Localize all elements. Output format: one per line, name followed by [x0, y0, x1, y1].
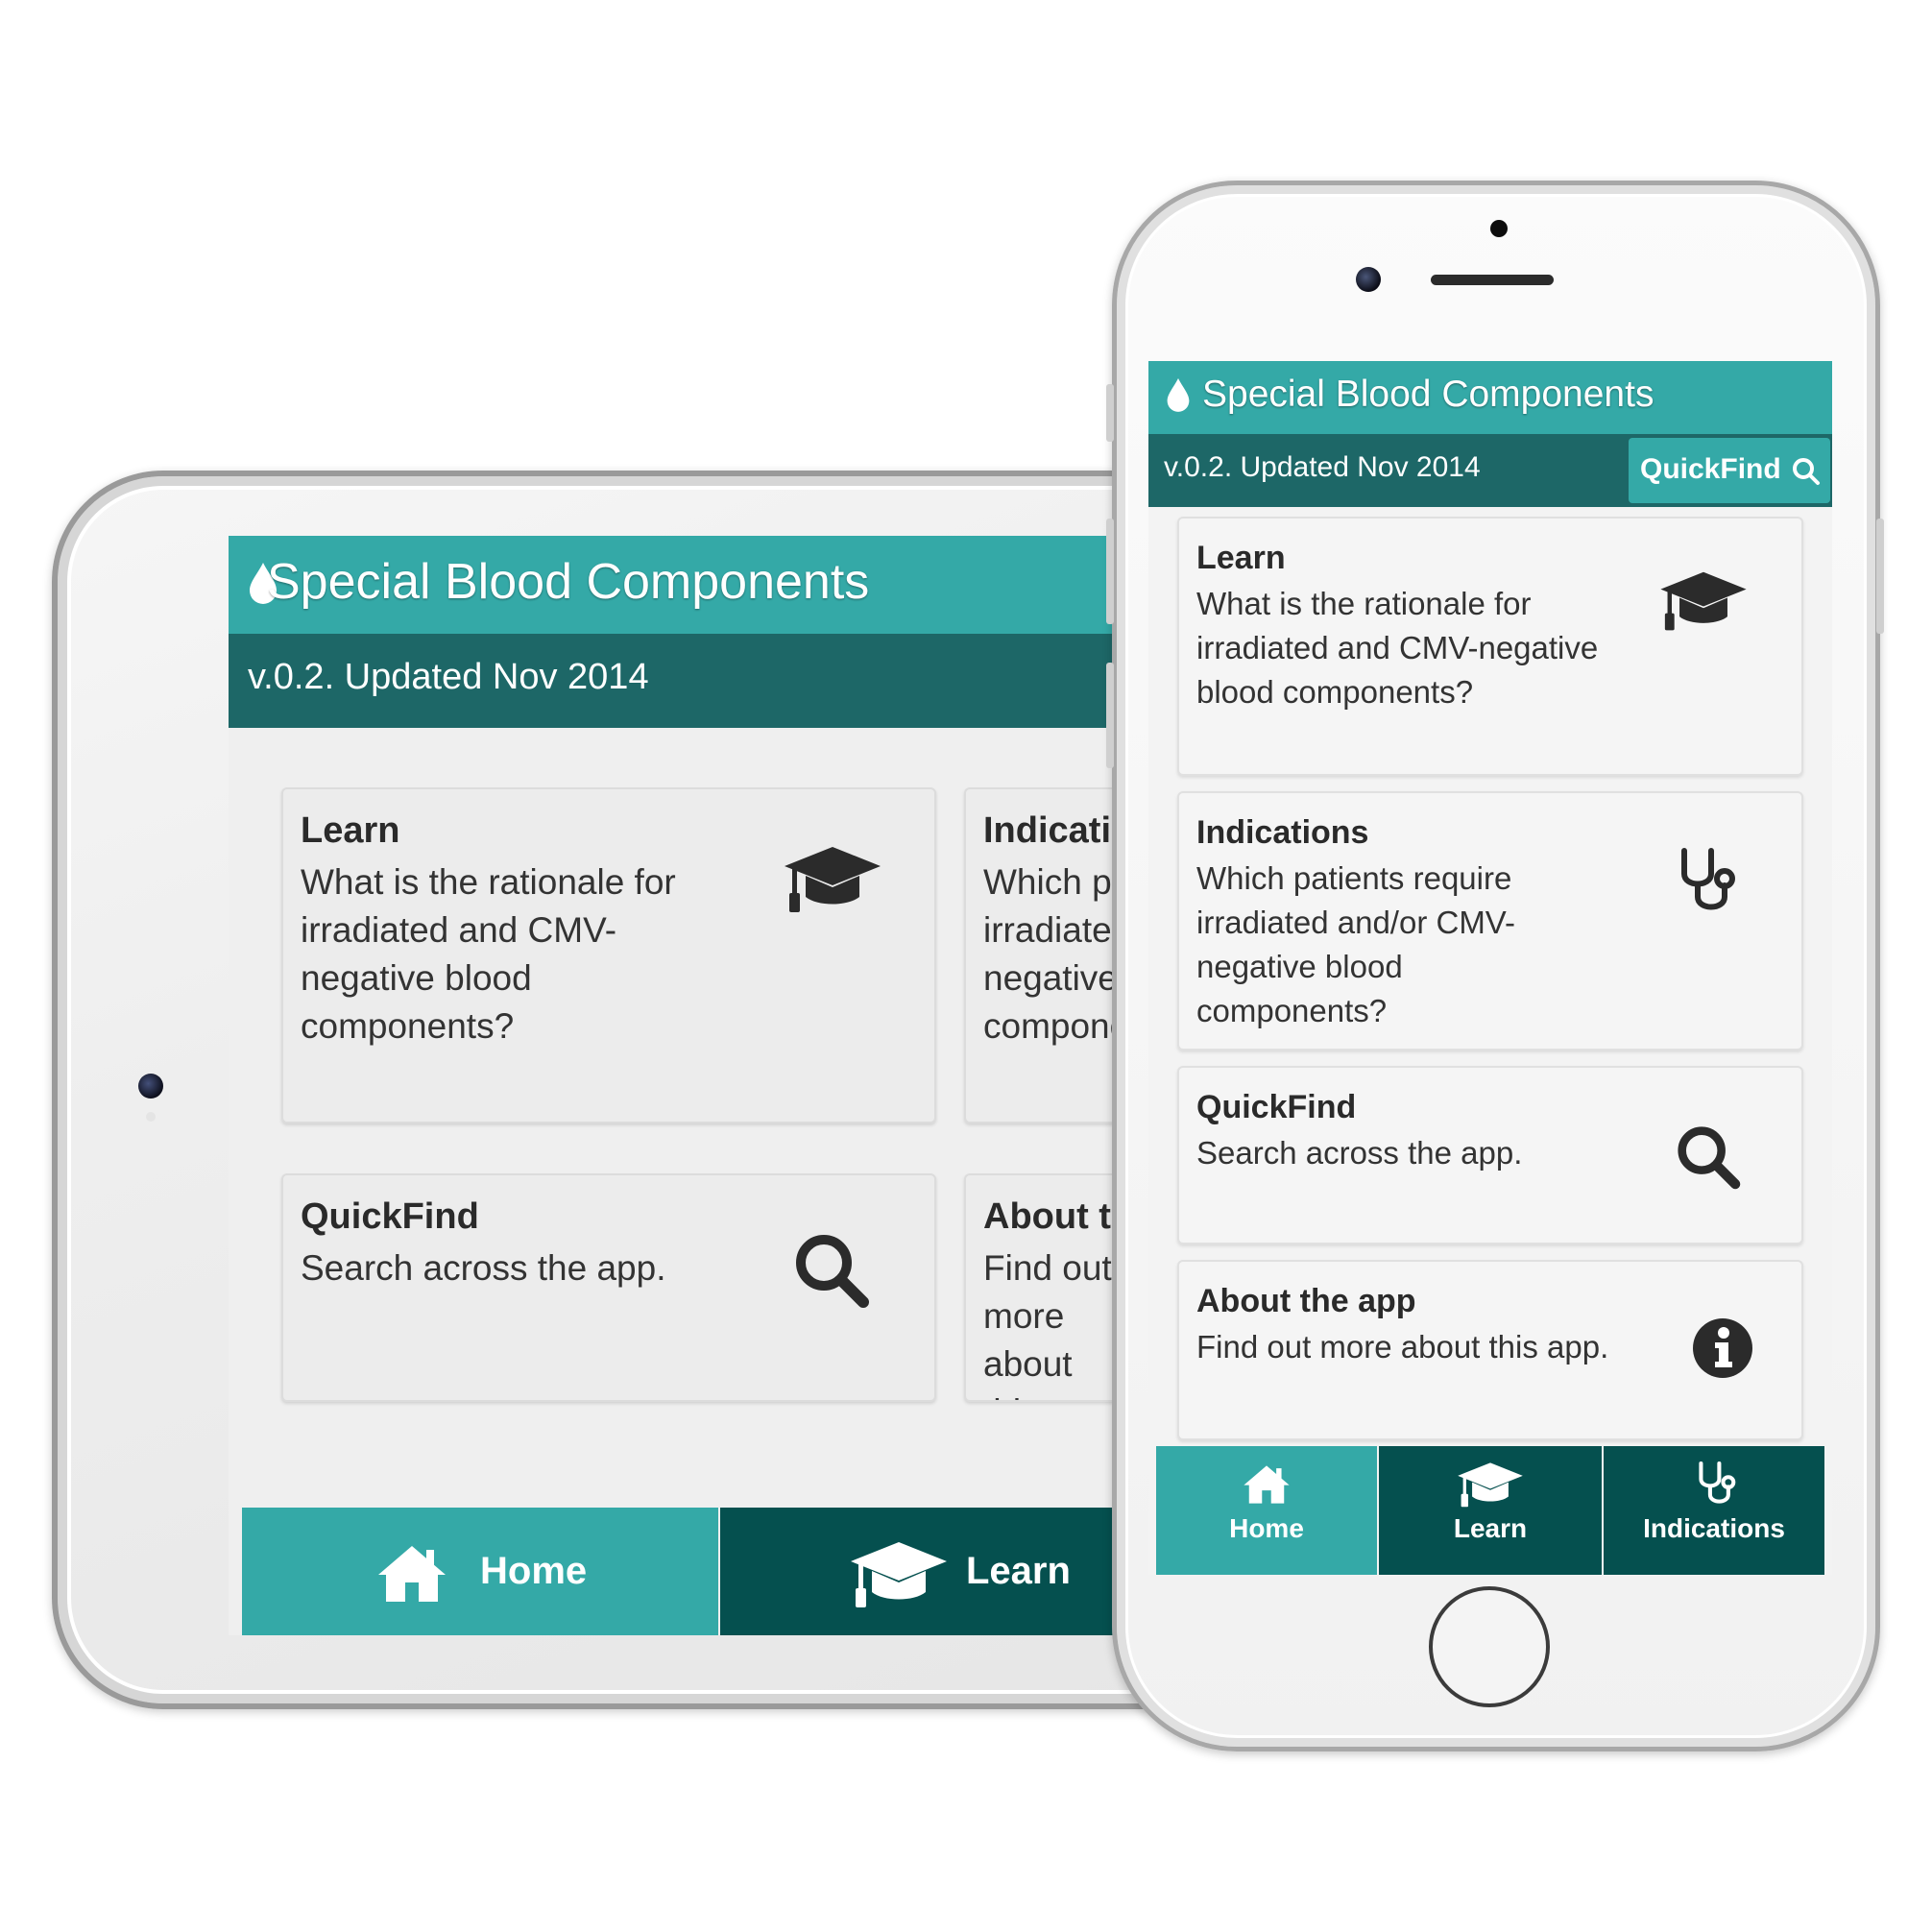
search-icon	[1793, 458, 1820, 485]
nav-home[interactable]: Home	[1156, 1446, 1377, 1575]
nav-label: Indications	[1643, 1513, 1785, 1543]
nav-indications[interactable]: Indications	[1604, 1446, 1824, 1575]
version-bar: v.0.2. Updated Nov 2014	[229, 634, 1189, 728]
app-header: Special Blood Components	[229, 536, 1189, 634]
about-card[interactable]: About the app Find out more about this a…	[1177, 1260, 1803, 1440]
stethoscope-icon	[1681, 848, 1735, 910]
learn-card[interactable]: Learn What is the rationale for irradiat…	[281, 787, 936, 1123]
phone-screen: Special Blood Components v.0.2. Updated …	[1148, 361, 1832, 1575]
tablet-light-sensor	[146, 1112, 156, 1122]
phone-mute-switch	[1106, 384, 1114, 442]
stethoscope-icon	[1699, 1461, 1736, 1504]
indications-card[interactable]: Indications Which patients require irrad…	[1177, 791, 1803, 1051]
nav-label: Home	[480, 1550, 588, 1592]
version-text: v.0.2. Updated Nov 2014	[1164, 451, 1481, 483]
card-description: What is the rationale for irradiated and…	[1196, 586, 1599, 710]
quickfind-card[interactable]: QuickFind Search across the app.	[1177, 1066, 1803, 1244]
card-title: About the app	[1196, 1283, 1416, 1319]
version-text: v.0.2. Updated Nov 2014	[248, 657, 649, 697]
card-description: Search across the app.	[1196, 1135, 1523, 1171]
app-title: Special Blood Components	[267, 554, 870, 610]
learn-card[interactable]: Learn What is the rationale for irradiat…	[1177, 517, 1803, 776]
phone-proximity-sensor	[1490, 220, 1508, 237]
card-title: Indications	[1196, 814, 1369, 851]
tablet-camera	[138, 1074, 163, 1099]
phone-volume-up	[1106, 519, 1114, 624]
card-description: What is the rationale for irradiated and…	[301, 862, 676, 1046]
phone-volume-down	[1106, 663, 1114, 768]
nav-home[interactable]: Home	[242, 1508, 718, 1635]
blood-drop-icon	[1167, 377, 1190, 412]
graduation-cap-icon	[1660, 571, 1747, 631]
home-icon	[378, 1546, 446, 1602]
quickfind-card[interactable]: QuickFind Search across the app.	[281, 1173, 936, 1402]
tablet-screen: Special Blood Components v.0.2. Updated …	[229, 536, 1189, 1635]
phone-earpiece	[1431, 275, 1554, 285]
bottom-nav: Home Learn	[242, 1508, 1189, 1635]
graduation-cap-icon	[1458, 1462, 1523, 1508]
app-title: Special Blood Components	[1202, 374, 1654, 415]
search-icon	[1678, 1126, 1741, 1190]
info-icon	[1693, 1318, 1752, 1378]
nav-label: Learn	[966, 1550, 1071, 1592]
nav-label: Home	[1229, 1513, 1304, 1543]
nav-learn[interactable]: Learn	[1379, 1446, 1602, 1575]
card-title: Learn	[1196, 540, 1286, 576]
nav-label: Learn	[1453, 1513, 1528, 1543]
card-description: Find out more about this app.	[983, 1248, 1118, 1400]
graduation-cap-icon	[785, 847, 881, 912]
phone-power-button	[1876, 519, 1884, 634]
card-title: QuickFind	[1196, 1089, 1357, 1125]
home-icon	[1244, 1465, 1290, 1504]
card-title: Learn	[301, 810, 400, 851]
card-description: Which patients require irradiated and/or…	[1196, 860, 1515, 1028]
search-icon	[796, 1235, 869, 1308]
quickfind-button-label: QuickFind	[1640, 453, 1781, 485]
phone-home-button[interactable]	[1429, 1586, 1550, 1707]
card-description: Find out more about this app.	[1196, 1329, 1609, 1364]
app-header: Special Blood Components	[1148, 361, 1832, 434]
phone-front-camera	[1356, 267, 1381, 292]
card-title: QuickFind	[301, 1196, 479, 1237]
bottom-nav: Home Learn Indications	[1156, 1446, 1824, 1575]
card-description: Search across the app.	[301, 1248, 666, 1288]
graduation-cap-icon	[851, 1542, 947, 1607]
quickfind-button[interactable]: QuickFind	[1629, 438, 1830, 503]
